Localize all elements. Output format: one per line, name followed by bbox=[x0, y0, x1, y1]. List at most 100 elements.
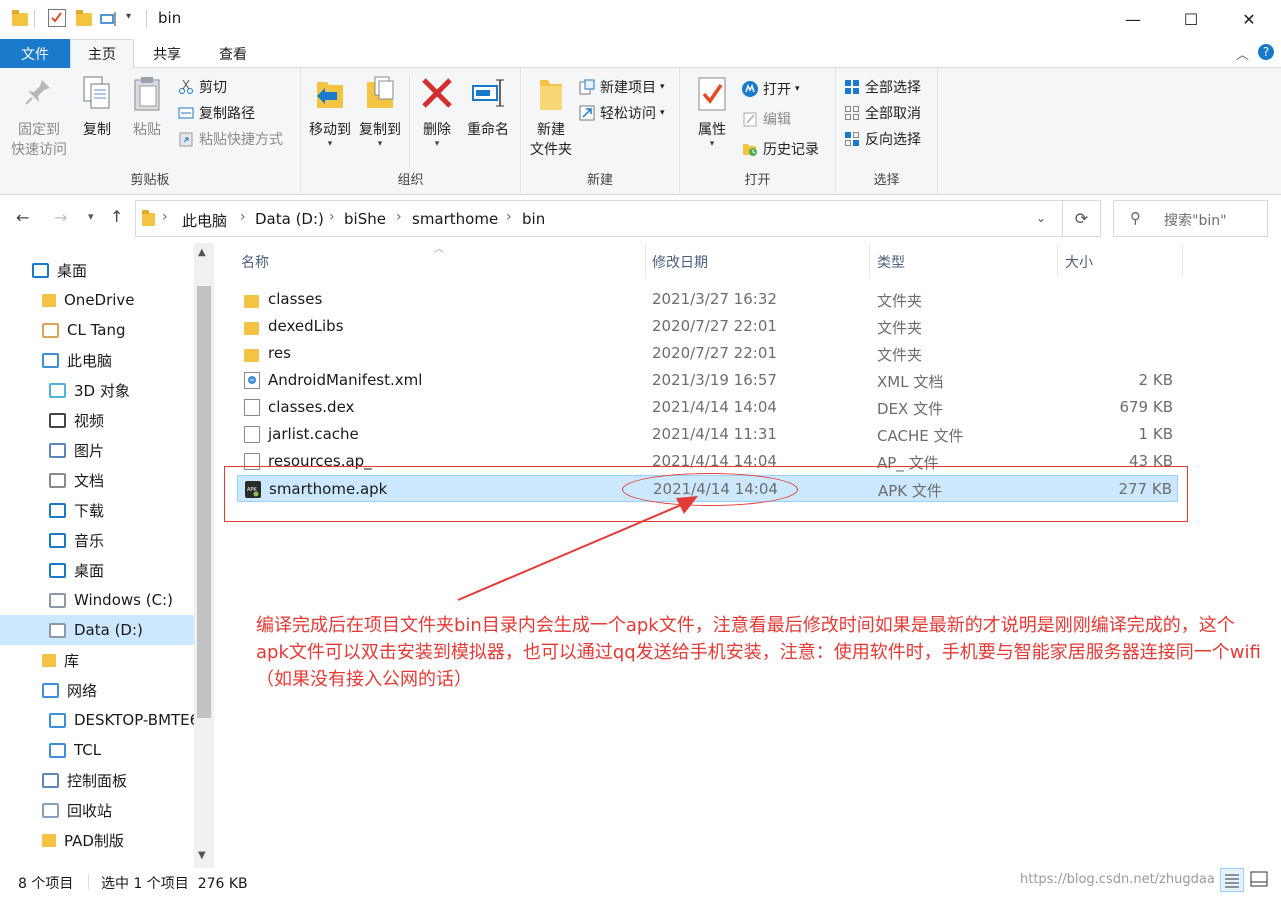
nav-item[interactable]: CL Tang bbox=[0, 315, 194, 345]
nav-scrollbar-thumb[interactable] bbox=[197, 286, 211, 718]
edit-button[interactable]: 编辑 bbox=[742, 108, 791, 130]
new-folder-button[interactable]: 新建 文件夹 bbox=[525, 74, 577, 160]
easy-access-button[interactable]: 轻松访问 ▾ bbox=[579, 102, 665, 124]
file-row[interactable]: jarlist.cache 2021/4/14 11:31 CACHE 文件 1 KB bbox=[237, 421, 1178, 448]
pin-to-quick-access-button[interactable]: 固定到 快速访问 bbox=[8, 74, 70, 160]
properties-quick-icon[interactable] bbox=[48, 9, 66, 27]
nav-item[interactable]: Data (D:) bbox=[0, 615, 194, 645]
collapse-ribbon-icon[interactable]: ︿ bbox=[1236, 44, 1249, 63]
nav-item[interactable]: PAD制版 bbox=[0, 825, 194, 855]
column-type[interactable]: 类型 bbox=[877, 252, 905, 272]
nav-item-label: TCL bbox=[74, 741, 102, 759]
details-view-button[interactable] bbox=[1220, 868, 1244, 892]
close-button[interactable]: ✕ bbox=[1220, 0, 1278, 38]
column-separator[interactable] bbox=[645, 245, 646, 277]
new-folder-quick-icon[interactable] bbox=[76, 10, 92, 26]
properties-label: 属性 bbox=[698, 122, 726, 138]
breadcrumb-data-drive[interactable]: Data (D:) bbox=[255, 210, 324, 228]
new-item-button[interactable]: 新建项目 ▾ bbox=[579, 76, 665, 98]
invert-selection-button[interactable]: 反向选择 bbox=[844, 128, 921, 150]
up-arrow-icon[interactable]: ↑ bbox=[110, 207, 123, 226]
tab-file[interactable]: 文件 bbox=[0, 39, 70, 68]
nav-item[interactable]: 桌面 bbox=[0, 255, 194, 285]
refresh-button[interactable]: ⟳ bbox=[1063, 200, 1101, 237]
breadcrumb-smarthome[interactable]: smarthome bbox=[412, 210, 498, 228]
help-icon[interactable]: ? bbox=[1258, 44, 1274, 60]
scroll-down-icon[interactable]: ▼ bbox=[198, 850, 206, 861]
maximize-button[interactable]: ☐ bbox=[1162, 0, 1220, 38]
tab-share[interactable]: 共享 bbox=[134, 39, 200, 68]
nav-item[interactable]: 视频 bbox=[0, 405, 194, 435]
file-row[interactable]: dexedLibs 2020/7/27 22:01 文件夹 bbox=[237, 313, 1178, 340]
breadcrumb-this-pc[interactable]: 此电脑 bbox=[182, 210, 227, 231]
file-row[interactable]: res 2020/7/27 22:01 文件夹 bbox=[237, 340, 1178, 367]
copy-path-button[interactable]: 复制路径 bbox=[178, 102, 255, 124]
breadcrumb-bin[interactable]: bin bbox=[522, 210, 545, 228]
rename-button[interactable]: 重命名 bbox=[461, 74, 515, 140]
nav-item[interactable]: 3D 对象 bbox=[0, 375, 194, 405]
minimize-button[interactable]: — bbox=[1104, 0, 1162, 38]
file-row[interactable]: classes.dex 2021/4/14 14:04 DEX 文件 679 KB bbox=[237, 394, 1178, 421]
nav-item[interactable]: 回收站 bbox=[0, 795, 194, 825]
column-separator[interactable] bbox=[869, 245, 870, 277]
breadcrumb-bishe[interactable]: biShe bbox=[344, 210, 386, 228]
nav-item[interactable]: 音乐 bbox=[0, 525, 194, 555]
customize-quick-access-icon[interactable]: ▾ bbox=[126, 11, 131, 22]
nav-item[interactable]: 控制面板 bbox=[0, 765, 194, 795]
copy-path-label: 复制路径 bbox=[199, 106, 255, 122]
nav-item[interactable]: 网络 bbox=[0, 675, 194, 705]
search-box[interactable]: ⚲ 搜索"bin" bbox=[1113, 200, 1268, 237]
large-icons-view-icon bbox=[1250, 871, 1268, 887]
divider bbox=[409, 76, 410, 176]
properties-button[interactable]: 属性 ▾ bbox=[688, 74, 736, 149]
column-name[interactable]: 名称 bbox=[241, 252, 269, 272]
file-row[interactable]: classes 2021/3/27 16:32 文件夹 bbox=[237, 286, 1178, 313]
select-none-button[interactable]: 全部取消 bbox=[844, 102, 921, 124]
nav-item[interactable]: 文档 bbox=[0, 465, 194, 495]
rename-label: 重命名 bbox=[467, 122, 509, 138]
address-bar[interactable]: › 此电脑 › Data (D:) › biShe › smarthome › … bbox=[135, 200, 1063, 237]
paste-button[interactable]: 粘贴 bbox=[124, 74, 170, 140]
back-arrow-icon[interactable]: ← bbox=[16, 208, 29, 227]
select-none-icon bbox=[844, 105, 860, 121]
nav-item[interactable]: 图片 bbox=[0, 435, 194, 465]
drive-icon bbox=[49, 622, 66, 638]
invert-selection-label: 反向选择 bbox=[865, 132, 921, 148]
scroll-up-icon[interactable]: ▲ bbox=[198, 247, 206, 258]
delete-button[interactable]: 删除 ▾ bbox=[415, 74, 459, 149]
copy-button[interactable]: 复制 bbox=[74, 74, 120, 140]
column-separator[interactable] bbox=[1182, 245, 1183, 277]
large-icons-view-button[interactable] bbox=[1248, 868, 1272, 892]
file-row[interactable]: AndroidManifest.xml 2021/3/19 16:57 XML 文档… bbox=[237, 367, 1178, 394]
paste-shortcut-button[interactable]: 粘贴快捷方式 bbox=[178, 128, 283, 150]
nav-item[interactable]: Windows (C:) bbox=[0, 585, 194, 615]
window-title: bin bbox=[158, 9, 182, 27]
nav-item[interactable]: 下载 bbox=[0, 495, 194, 525]
forward-arrow-icon[interactable]: → bbox=[54, 208, 67, 227]
history-label: 历史记录 bbox=[763, 142, 819, 158]
column-size[interactable]: 大小 bbox=[1065, 252, 1093, 272]
history-button[interactable]: 历史记录 bbox=[742, 138, 819, 160]
nav-item[interactable]: DESKTOP-BMTE6 bbox=[0, 705, 194, 735]
move-to-button[interactable]: 移动到 ▾ bbox=[305, 74, 355, 149]
nav-item[interactable]: 桌面 bbox=[0, 555, 194, 585]
select-all-button[interactable]: 全部选择 bbox=[844, 76, 921, 98]
cut-button[interactable]: 剪切 bbox=[178, 76, 227, 98]
tab-home[interactable]: 主页 bbox=[70, 39, 134, 68]
rename-quick-icon[interactable] bbox=[100, 12, 118, 30]
open-button[interactable]: 打开 ▾ bbox=[742, 78, 800, 100]
file-type: CACHE 文件 bbox=[877, 427, 964, 445]
nav-item[interactable]: 此电脑 bbox=[0, 345, 194, 375]
column-separator[interactable] bbox=[1057, 245, 1058, 277]
search-input[interactable]: 搜索"bin" bbox=[1164, 210, 1227, 230]
tab-view[interactable]: 查看 bbox=[200, 39, 266, 68]
column-date[interactable]: 修改日期 bbox=[652, 252, 708, 272]
nav-item[interactable]: TCL bbox=[0, 735, 194, 765]
nav-item[interactable]: OneDrive bbox=[0, 285, 194, 315]
address-history-dropdown-icon[interactable]: ⌄ bbox=[1036, 211, 1046, 225]
recent-locations-icon[interactable]: ▾ bbox=[88, 210, 94, 223]
new-item-dropdown-icon: ▾ bbox=[660, 82, 665, 92]
copy-to-button[interactable]: 复制到 ▾ bbox=[355, 74, 405, 149]
nav-item[interactable]: 库 bbox=[0, 645, 194, 675]
new-folder-label-2: 文件夹 bbox=[530, 142, 572, 158]
